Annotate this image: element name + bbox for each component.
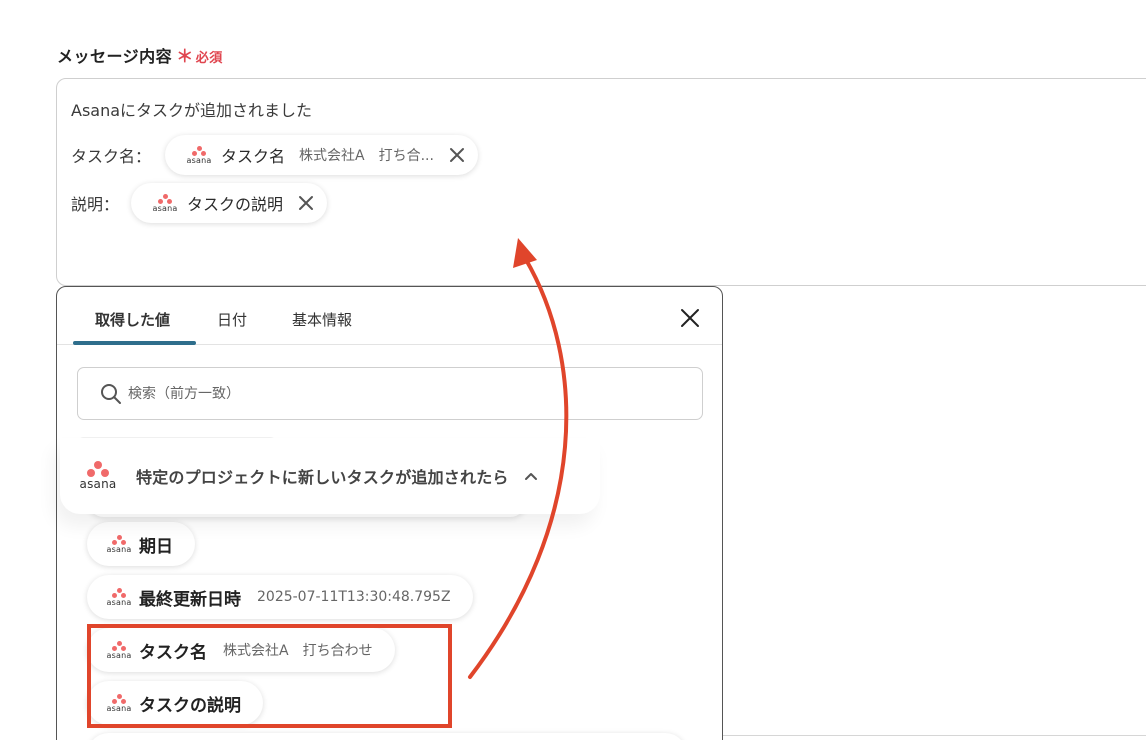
required-badge: ＊必須 bbox=[176, 47, 223, 67]
highlight-box bbox=[87, 624, 452, 728]
asana-logo-icon: asana bbox=[105, 534, 133, 554]
close-icon[interactable] bbox=[448, 146, 466, 164]
chip-label: タスク名 bbox=[221, 147, 286, 166]
asana-logo-icon: asana bbox=[151, 193, 179, 213]
message-editor[interactable]: Asanaにタスクが追加されました タスク名： asana タスク名 株式会社A… bbox=[56, 78, 1146, 286]
chip-label: タスクの説明 bbox=[187, 195, 284, 214]
chevron-up-icon[interactable] bbox=[523, 468, 539, 484]
asana-logo-icon: asana bbox=[105, 587, 133, 607]
divider bbox=[723, 735, 1146, 736]
chip-preview: 株式会社A 打ち合... bbox=[299, 148, 434, 164]
tab-bar: 取得した値 日付 基本情報 bbox=[57, 287, 722, 345]
editor-line-3-prefix: 説明： bbox=[71, 195, 120, 214]
active-tab-indicator bbox=[73, 341, 196, 345]
list-item-due-date[interactable]: asana 期日 bbox=[87, 522, 195, 566]
close-icon[interactable] bbox=[679, 307, 701, 329]
search-input[interactable] bbox=[128, 385, 628, 402]
search-icon bbox=[101, 383, 121, 404]
section-header[interactable]: asana 特定のプロジェクトに新しいタスクが追加されたら bbox=[60, 438, 600, 514]
list-item-last-updated[interactable]: asana 最終更新日時 2025-07-11T13:30:48.795Z bbox=[87, 575, 473, 619]
field-label: メッセージ内容＊必須 bbox=[57, 42, 223, 67]
tab-acquired-values[interactable]: 取得した値 bbox=[95, 309, 170, 330]
search-box[interactable] bbox=[77, 367, 703, 420]
list-item[interactable] bbox=[87, 733, 687, 740]
section-title: 特定のプロジェクトに新しいタスクが追加されたら bbox=[136, 468, 509, 487]
editor-line-2: タスク名： asana タスク名 株式会社A 打ち合... bbox=[71, 135, 478, 175]
variable-chip-task-name[interactable]: asana タスク名 株式会社A 打ち合... bbox=[165, 135, 478, 175]
editor-line-3: 説明： asana タスクの説明 bbox=[71, 183, 328, 223]
variable-chip-task-description[interactable]: asana タスクの説明 bbox=[131, 183, 328, 223]
editor-line-2-prefix: タスク名： bbox=[71, 147, 152, 166]
field-label-text: メッセージ内容 bbox=[57, 47, 173, 66]
editor-line-1: Asanaにタスクが追加されました bbox=[71, 101, 313, 120]
asana-logo-icon: asana bbox=[76, 461, 120, 491]
tab-basic-info[interactable]: 基本情報 bbox=[292, 309, 352, 330]
asana-logo-icon: asana bbox=[185, 145, 213, 165]
tab-date[interactable]: 日付 bbox=[217, 309, 247, 330]
close-icon[interactable] bbox=[297, 194, 315, 212]
